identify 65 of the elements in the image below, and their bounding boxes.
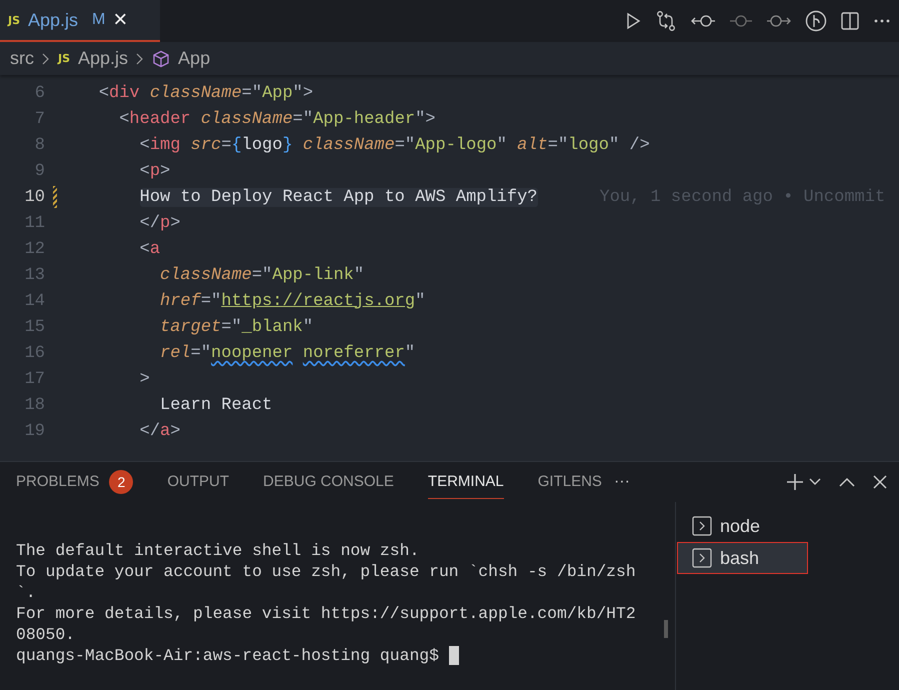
terminal-list-item[interactable]: node [676,510,899,542]
terminal-output-line: The default interactive shell is now zsh. [16,540,420,561]
compare-changes-icon[interactable] [655,10,677,32]
terminal-output-line: For more details, please visit https://support.apple.com/kb/HT2 [16,603,637,624]
text-cursor [448,646,459,666]
plus-icon[interactable] [785,472,805,492]
line-number: 14 [24,292,45,310]
split-editor-icon[interactable] [840,11,860,31]
code-line: <a [138,240,160,258]
line-number: 16 [24,344,45,362]
code-line: rel="noopener noreferrer" [159,344,416,362]
breadcrumb-item[interactable]: App.js [78,48,128,69]
js-file-icon: JS [58,52,70,65]
terminal-output-line: `. [16,582,37,603]
js-file-icon: JS [8,14,20,26]
terminal-output-line: To update your account to use zsh, please run `chsh -s /bin/zsh [16,561,637,582]
code-line: Learn React [159,396,272,414]
breadcrumb-item[interactable]: App [178,48,210,69]
code-line: className="App-link" [159,266,364,284]
count-badge: 2 [109,470,134,494]
panel-tab[interactable]: DEBUG CONSOLE [263,465,394,499]
line-number: 11 [24,214,45,232]
close-icon[interactable] [873,475,887,489]
editor-tab[interactable]: JS App.js M × [0,0,160,42]
git-graph-icon[interactable] [805,10,827,32]
panel-tab[interactable]: TERMINAL [428,465,504,499]
close-icon[interactable]: × [113,8,128,32]
line-number: 8 [34,136,45,154]
code-line: <div className="App"> [98,84,314,102]
line-number: 10 [24,188,45,206]
line-number: 9 [34,162,45,180]
code-line: </a> [138,422,180,440]
modified-label: M [92,11,106,29]
code-line: <header className="App-header"> [118,110,436,128]
more-button[interactable]: ··· [614,473,630,491]
line-number: 17 [24,370,45,388]
shell-prompt: quangs-MacBook-Air:aws-react-hosting quang$ [16,646,439,665]
panel-tab[interactable]: PROBLEMS 2 [16,462,134,502]
line-number: 18 [24,396,45,414]
chevron-icon [136,52,144,64]
terminal-icon [692,516,712,536]
code-line: </p> [138,214,180,232]
breadcrumb-item[interactable]: src [10,48,34,69]
terminal-list-item[interactable]: bash [677,542,808,574]
line-number: 13 [24,266,45,284]
chevron-up-icon[interactable] [839,477,855,487]
line-number: 15 [24,318,45,336]
line-number: 19 [24,422,45,440]
line-number: 6 [34,84,45,102]
code-line: target="_blank" [159,318,314,336]
more-icon[interactable] [873,18,891,24]
code-line: <p> [138,162,170,180]
chevron-icon [42,52,50,64]
chevron-down-icon[interactable] [809,478,821,486]
code-line: <img src={logo} className="App-logo" alt="logo" /> [138,136,650,154]
panel-tab[interactable]: GITLENS [538,465,602,499]
code-line: href="https://reactjs.org" [159,292,426,310]
terminal-icon [692,548,712,568]
line-number: 7 [34,110,45,128]
code-line: > [138,370,150,388]
tab-label: App.js [28,10,78,30]
line-number: 12 [24,240,45,258]
cube-icon [152,50,170,68]
panel-tab[interactable]: OUTPUT [167,465,230,499]
terminal-output-line: 08050. [16,624,76,645]
